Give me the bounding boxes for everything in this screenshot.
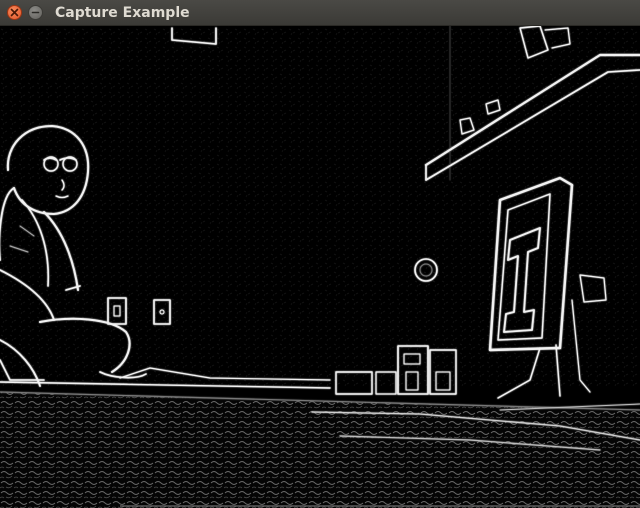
carpet-floor bbox=[0, 392, 640, 508]
minimize-button[interactable] bbox=[28, 5, 43, 20]
window-title: Capture Example bbox=[55, 5, 190, 21]
video-frame bbox=[0, 26, 640, 508]
edge-image bbox=[0, 26, 640, 508]
close-icon bbox=[10, 8, 19, 17]
minimize-icon bbox=[31, 11, 40, 14]
wall bbox=[0, 26, 640, 386]
close-button[interactable] bbox=[7, 5, 22, 20]
capture-window: Capture Example bbox=[0, 0, 640, 508]
title-bar[interactable]: Capture Example bbox=[0, 0, 640, 26]
